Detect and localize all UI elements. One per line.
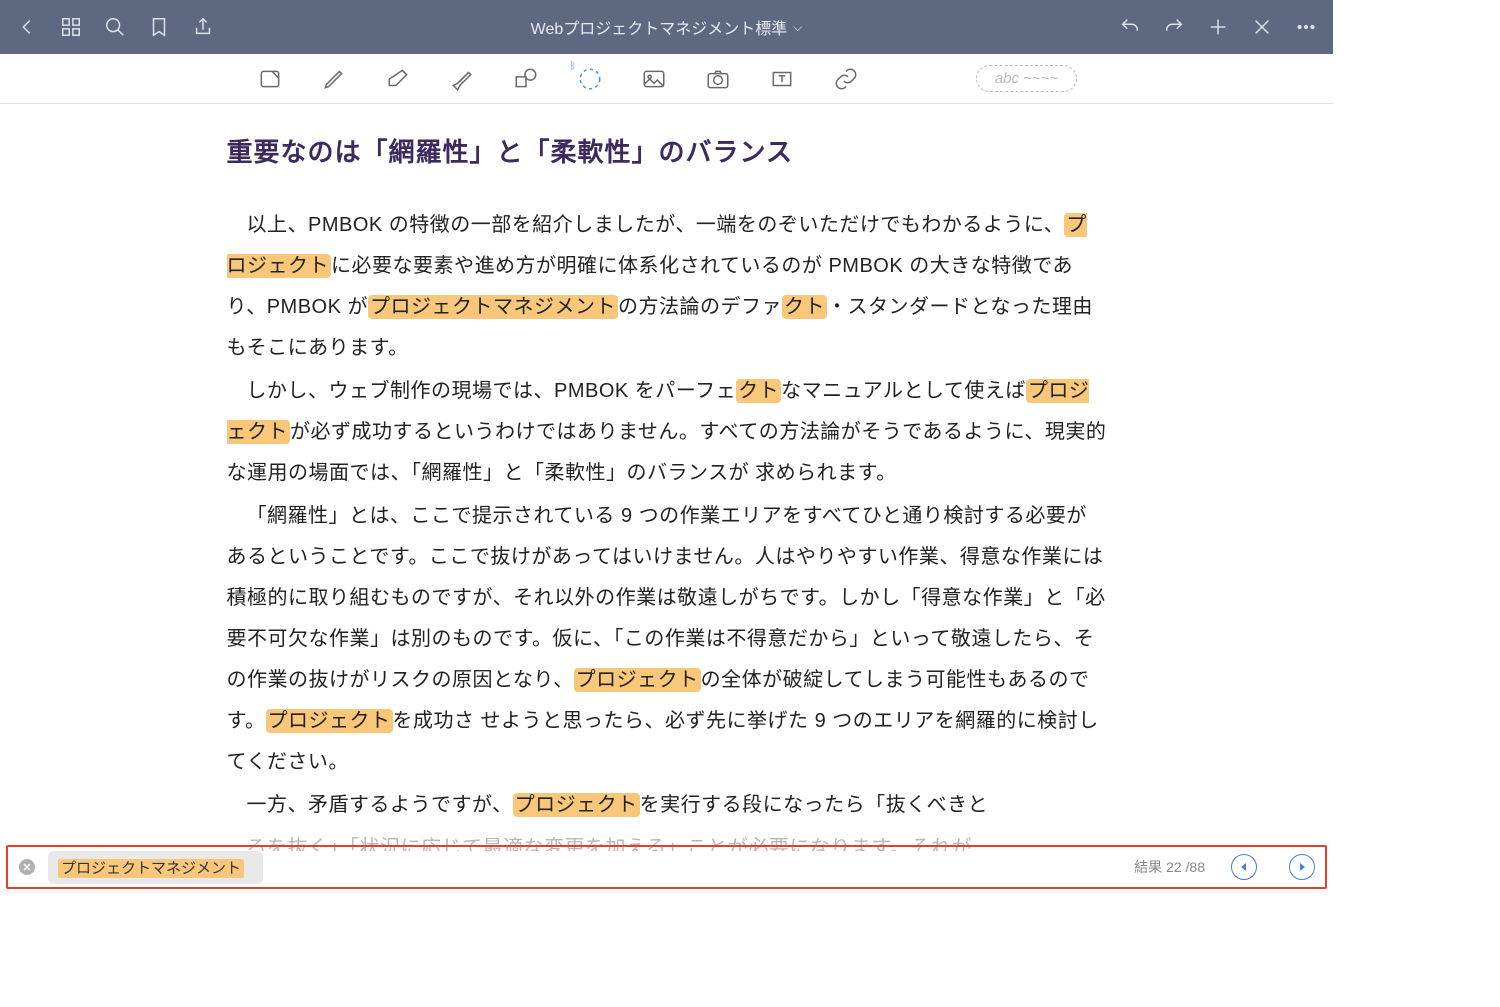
paragraph-2: しかし、ウェブ制作の現場では、PMBOK をパーフェクトなマニュアルとして使えば… [227,371,1107,494]
textbox-icon[interactable] [768,65,796,93]
top-navbar: Webプロジェクトマネジメント標準 ⌵ [0,0,1333,54]
chevron-down-icon: ⌵ [793,20,802,35]
highlight: クト [782,295,827,319]
result-count: 結果 22 /88 [1134,857,1205,877]
close-icon[interactable] [1251,16,1273,38]
highlight: プロジェクト [266,709,393,733]
readonly-icon[interactable] [256,65,284,93]
grid-icon[interactable] [60,16,82,38]
close-search-icon[interactable] [18,858,36,876]
search-icon[interactable] [104,16,126,38]
title-text: Webプロジェクトマネジメント標準 [531,15,788,39]
share-icon[interactable] [192,16,214,38]
lasso-icon[interactable]: ᛒ [576,65,604,93]
eraser-icon[interactable] [384,65,412,93]
camera-icon[interactable] [704,65,732,93]
prev-result-icon[interactable] [1231,854,1257,880]
document-content: 重要なのは「網羅性」と「柔軟性」のバランス 以上、PMBOK の特徴の一部を紹介… [227,104,1107,851]
document-viewport[interactable]: 重要なのは「網羅性」と「柔軟性」のバランス 以上、PMBOK の特徴の一部を紹介… [0,104,1333,851]
highlight: プロジェクトマネジメント [368,295,618,319]
find-bar: プロジェクトマネジメント 結果 22 /88 [6,845,1327,889]
redo-icon[interactable] [1163,16,1185,38]
bookmark-icon[interactable] [148,16,170,38]
annotation-toolbar: ᛒ abc ~~~~ [0,54,1333,104]
paragraph-3: 「網羅性」とは、ここで提示されている 9 つの作業エリアをすべてひと通り検討する… [227,496,1107,783]
highlight: プロジェクト [513,793,640,817]
highlight: プロジェクト [574,668,701,692]
shapes-icon[interactable] [512,65,540,93]
back-icon[interactable] [16,16,38,38]
bluetooth-icon: ᛒ [570,61,576,72]
paragraph-1: 以上、PMBOK の特徴の一部を紹介しましたが、一端をのぞいただけでもわかるよう… [227,205,1107,369]
link-icon[interactable] [832,65,860,93]
highlight: クト [736,379,781,403]
image-icon[interactable] [640,65,668,93]
paragraph-4: 一方、矛盾するようですが、プロジェクトを実行する段になったら「抜くべきと [227,785,1107,826]
text-style-preview[interactable]: abc ~~~~ [976,65,1077,92]
pen-icon[interactable] [320,65,348,93]
undo-icon[interactable] [1119,16,1141,38]
document-title[interactable]: Webプロジェクトマネジメント標準 ⌵ [214,15,1119,39]
nav-left [16,16,214,38]
next-result-icon[interactable] [1289,854,1315,880]
nav-right [1119,16,1317,38]
heading: 重要なのは「網羅性」と「柔軟性」のバランス [227,132,1107,169]
search-input[interactable]: プロジェクトマネジメント [48,851,263,884]
search-query: プロジェクトマネジメント [58,859,244,878]
more-icon[interactable] [1295,16,1317,38]
plus-icon[interactable] [1207,16,1229,38]
highlighter-icon[interactable] [448,65,476,93]
